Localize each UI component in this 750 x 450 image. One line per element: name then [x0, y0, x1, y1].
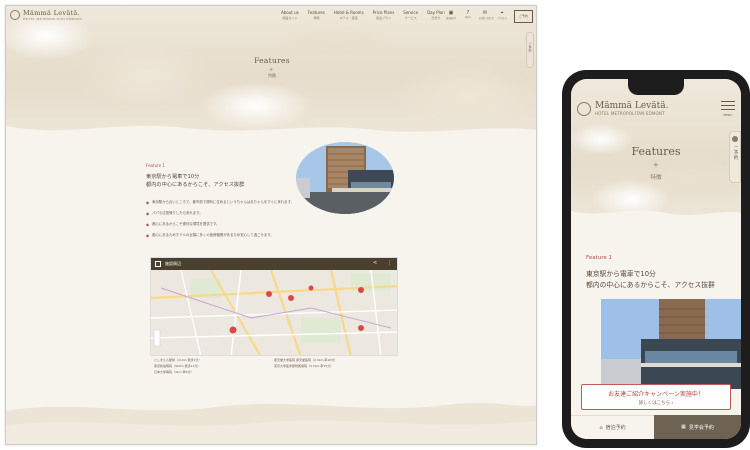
contact-link[interactable]: ✉ お問い合わせ [479, 10, 494, 20]
tour-reservation-button[interactable]: ▦ 見学会予約 [654, 415, 741, 439]
bullet-icon: ◆ [146, 200, 150, 205]
list-item: ◆ 都心にあるためホテルの近隣に多くの医療機関があるため安心して過ごせます。 [146, 233, 274, 238]
feature-label: Feature 1 [146, 163, 165, 168]
nearby-facilities-list: としまえん駅前（110m 徒歩1分） 順天堂大学医院 順天堂医院（2.3km 車… [154, 358, 394, 374]
bullet-icon: ◆ [146, 222, 150, 227]
campaign-link: 詳しくはこちら › [638, 401, 674, 406]
map-title: 施設周辺 [165, 261, 181, 266]
phone-page-title: Features [631, 145, 681, 158]
menu-icon [721, 101, 735, 102]
more-options-icon[interactable]: ⋮ [387, 260, 392, 266]
list-item: 順天堂大学医院 順天堂医院（2.3km 車10分） [274, 358, 338, 362]
page-subtitle: 特徴 [268, 73, 276, 78]
nav-item-service[interactable]: Service サービス [403, 10, 418, 20]
logo-mark-icon [577, 101, 591, 116]
header-icon-links: ▣ 客室紹介 ? Q&A ✉ お問い合わせ ⌖ アクセス [445, 10, 508, 20]
logo-subtext: HOTEL METROPOLITAN EDMONT [595, 111, 665, 116]
phone-page-subtitle: 特徴 [650, 175, 662, 181]
rooms-link[interactable]: ▣ 客室紹介 [445, 10, 457, 20]
phone-building-photo [601, 299, 741, 389]
phone-site-logo[interactable]: Mämmä Levätä. HOTEL METROPOLITAN EDMONT [577, 101, 668, 116]
embedded-map[interactable]: 施設周辺 < ⋮ [150, 257, 398, 356]
footer-fur-wave [6, 403, 536, 444]
stay-reservation-button[interactable]: ⌂ 宿泊予約 [571, 415, 654, 439]
hamburger-menu-button[interactable]: MENU [721, 101, 735, 117]
logo-text: Mämmä Levätä. [595, 101, 669, 111]
list-item: ◆ パパも往復帰りしたら来れます。 [146, 211, 203, 216]
phone-feature-heading: 東京駅から電車で10分 都内の中心にあるからこそ、アクセス抜群 [586, 270, 715, 289]
map-header-bar: 施設周辺 < ⋮ [151, 258, 397, 270]
phone-feature-label: Feature 1 [586, 255, 613, 261]
showcase: Mämmä Levätä. HOTEL METROPOLITAN EDMONT A… [0, 0, 750, 450]
desktop-screenshot: Mämmä Levätä. HOTEL METROPOLITAN EDMONT A… [5, 5, 537, 445]
campaign-banner-button[interactable]: お友達ご紹介キャンペーン実施中！ 詳しくはこちら › [581, 384, 731, 410]
campaign-title: お友達ご紹介キャンペーン実施中！ [608, 391, 704, 398]
logo-mark-icon [10, 10, 20, 20]
nav-item-price-plans[interactable]: Price Plans 宿泊プラン [373, 10, 395, 20]
list-item: ◆ 都心にあるからこそ便利な環境を提供です。 [146, 222, 220, 227]
book-button[interactable]: ご予約 [514, 10, 533, 23]
phone-hero-wave [571, 210, 741, 227]
share-icon[interactable]: < [373, 260, 377, 266]
list-item: ◆ 東京駅から近いところで、都市部で便利に住めるというちゃんはあちゃんをすぐに来れ… [146, 200, 295, 205]
qa-link[interactable]: ? Q&A [462, 10, 474, 20]
phone-bottom-bar: ⌂ 宿泊予約 ▦ 見学会予約 [571, 415, 741, 439]
phone-notch [628, 79, 684, 95]
list-item: 東京新宿病院（900m 徒歩11分） [154, 364, 201, 368]
phone-screen: Mämmä Levätä. HOTEL METROPOLITAN EDMONT M… [571, 79, 741, 439]
site-header: Mämmä Levätä. HOTEL METROPOLITAN EDMONT A… [6, 6, 536, 28]
logo-subtext: HOTEL METROPOLITAN EDMONT [23, 17, 83, 21]
bullet-icon: ◆ [146, 211, 150, 216]
list-item: としまえん駅前（110m 徒歩1分） [154, 358, 202, 362]
nav-item-hotel-rooms[interactable]: Hotel & Rooms ホテル・客室 [334, 10, 364, 20]
phone-title-divider: + [653, 161, 659, 169]
list-item: 東京大学医学部附属病院（3.7km 車15分） [274, 364, 334, 368]
nav-item-about[interactable]: About us 施設ガイド [281, 10, 299, 20]
nav-item-features[interactable]: Features 特徴 [308, 10, 325, 20]
logo-text: Mämmä Levätä. [23, 9, 80, 17]
map-panel-icon[interactable] [155, 261, 161, 267]
nav-item-day-plan[interactable]: Day Plan 日帰り [427, 10, 445, 20]
main-nav: About us 施設ガイド Features 特徴 Hotel & Rooms ホテ… [281, 10, 445, 20]
map-canvas[interactable] [151, 258, 398, 356]
bed-icon: ⌂ [599, 424, 603, 431]
list-item: 日本大学病院（3km 車6分） [154, 370, 194, 374]
page-title: Features [254, 56, 290, 65]
access-link[interactable]: ⌖ アクセス [496, 10, 508, 20]
feature-points: ◆ 東京駅から近いところで、都市部で便利に住めるというちゃんはあちゃんをすぐに来れ… [146, 200, 346, 244]
calendar-icon [732, 136, 738, 142]
feature-heading: 東京駅から電車で10分 都内の中心にあるからこそ、アクセス抜群 [146, 174, 245, 188]
bullet-icon: ◆ [146, 233, 150, 238]
hero-wave-edge [6, 125, 536, 148]
phone-frame: Mämmä Levätä. HOTEL METROPOLITAN EDMONT M… [562, 70, 750, 448]
site-logo[interactable]: Mämmä Levätä. HOTEL METROPOLITAN EDMONT [10, 9, 82, 21]
calendar-icon: ▦ [681, 424, 686, 430]
